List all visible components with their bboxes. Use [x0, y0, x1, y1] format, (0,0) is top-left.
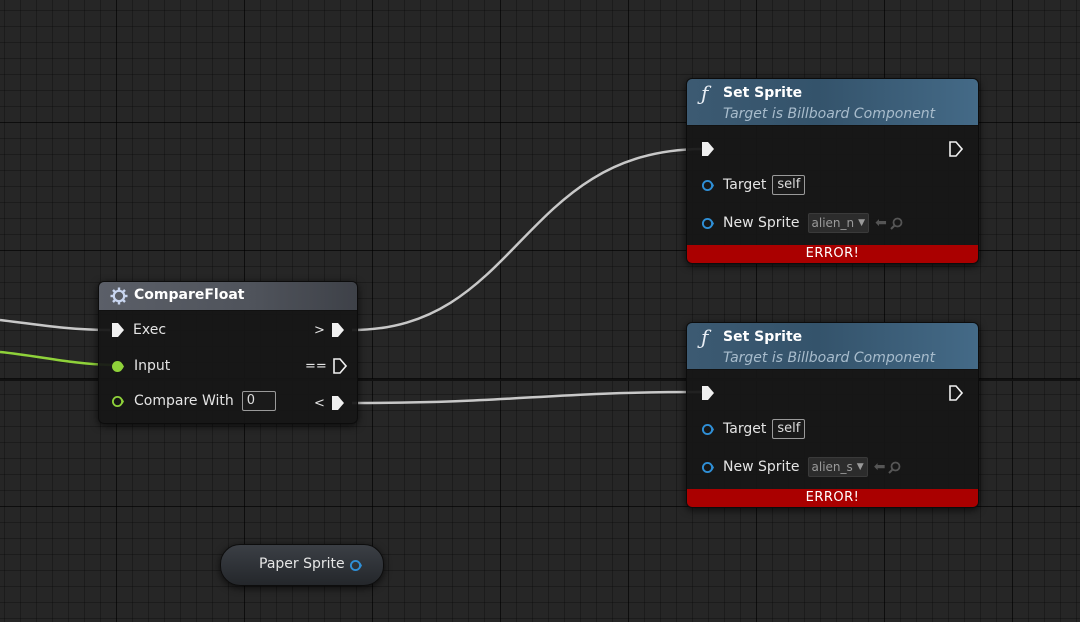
target-value-2: self: [772, 419, 806, 439]
new-sprite-row-1[interactable]: New Sprite alien_n ▼ ⬅: [701, 213, 903, 233]
exec-wire-greater[interactable]: [351, 147, 703, 332]
function-icon: ƒ: [701, 325, 709, 349]
greater-label: >: [314, 322, 325, 338]
new-sprite-row-2[interactable]: New Sprite alien_s ▼ ⬅: [701, 457, 901, 477]
function-icon: ƒ: [701, 81, 709, 105]
exec-in-row-2[interactable]: [701, 385, 715, 401]
set-sprite-title-2: Set Sprite: [723, 329, 803, 345]
chevron-down-icon: ▼: [856, 462, 864, 472]
exec-greater-row[interactable]: >: [314, 322, 345, 338]
exec-input-pin-1[interactable]: [701, 141, 715, 157]
error-banner-1: ERROR!: [687, 245, 978, 263]
float-wire-in[interactable]: [0, 350, 113, 367]
exec-less-pin[interactable]: [331, 395, 345, 411]
object-target-pin-2[interactable]: [701, 423, 714, 436]
paper-sprite-label: Paper Sprite: [259, 556, 345, 572]
exec-output-pin-1[interactable]: [949, 141, 963, 157]
exec-greater-pin[interactable]: [331, 322, 345, 338]
exec-input-row[interactable]: Exec: [111, 322, 166, 338]
set-sprite-title-1: Set Sprite: [723, 85, 803, 101]
set-sprite-node-2[interactable]: ƒ Set Sprite Target is Billboard Compone…: [686, 322, 979, 508]
exec-wire-in[interactable]: [0, 318, 111, 332]
exec-in-row-1[interactable]: [701, 141, 715, 157]
paper-sprite-variable-node[interactable]: Paper Sprite: [220, 544, 384, 586]
target-row-2[interactable]: Target self: [701, 419, 806, 439]
chevron-down-icon: ▼: [858, 218, 866, 228]
equal-label: ==: [305, 358, 327, 374]
target-label-1: Target: [723, 177, 767, 193]
exec-input-pin-2[interactable]: [701, 385, 715, 401]
new-sprite-label-1: New Sprite: [723, 215, 800, 231]
float-compare-pin[interactable]: [111, 395, 124, 408]
new-sprite-value-1: alien_n: [811, 216, 855, 230]
target-label-2: Target: [723, 421, 767, 437]
use-selected-arrow-icon[interactable]: ⬅: [875, 215, 887, 231]
exec-output-pin-2[interactable]: [949, 385, 963, 401]
set-sprite-node-1[interactable]: ƒ Set Sprite Target is Billboard Compone…: [686, 78, 979, 264]
gear-icon: [110, 287, 128, 305]
browse-search-icon[interactable]: [890, 217, 903, 230]
exec-equal-row[interactable]: ==: [305, 358, 347, 374]
exec-wire-less[interactable]: [351, 390, 703, 405]
object-sprite-pin-2[interactable]: [701, 461, 714, 474]
compare-with-label: Compare With: [134, 393, 234, 409]
object-sprite-pin-1[interactable]: [701, 217, 714, 230]
browse-search-icon[interactable]: [888, 461, 901, 474]
use-selected-arrow-icon[interactable]: ⬅: [874, 459, 886, 475]
set-sprite-subtitle-2: Target is Billboard Component: [723, 350, 936, 366]
compare-float-title: CompareFloat: [134, 287, 245, 303]
compare-with-row[interactable]: Compare With 0: [111, 391, 276, 411]
paper-sprite-output-pin[interactable]: [349, 559, 362, 572]
error-banner-2: ERROR!: [687, 489, 978, 507]
exec-out-row-1[interactable]: [949, 141, 963, 157]
new-sprite-label-2: New Sprite: [723, 459, 800, 475]
input-row[interactable]: Input: [111, 358, 170, 374]
target-row-1[interactable]: Target self: [701, 175, 806, 195]
exec-out-row-2[interactable]: [949, 385, 963, 401]
exec-equal-pin[interactable]: [332, 358, 347, 374]
exec-label: Exec: [133, 322, 167, 338]
new-sprite-dropdown-1[interactable]: alien_n ▼: [807, 213, 870, 233]
input-label: Input: [134, 358, 171, 374]
new-sprite-value-2: alien_s: [811, 460, 853, 474]
float-input-pin[interactable]: [111, 360, 124, 373]
less-label: <: [314, 395, 325, 411]
exec-less-row[interactable]: <: [314, 395, 345, 411]
exec-input-pin[interactable]: [111, 322, 125, 338]
compare-float-header[interactable]: CompareFloat: [99, 282, 357, 311]
new-sprite-dropdown-2[interactable]: alien_s ▼: [807, 457, 868, 477]
target-value-1: self: [772, 175, 806, 195]
set-sprite-header-2[interactable]: ƒ Set Sprite Target is Billboard Compone…: [687, 323, 978, 370]
object-target-pin-1[interactable]: [701, 179, 714, 192]
set-sprite-header-1[interactable]: ƒ Set Sprite Target is Billboard Compone…: [687, 79, 978, 126]
compare-with-input[interactable]: 0: [241, 391, 276, 411]
set-sprite-subtitle-1: Target is Billboard Component: [723, 106, 936, 122]
compare-float-node[interactable]: CompareFloat Exec > Input == Compare Wit…: [98, 281, 358, 424]
